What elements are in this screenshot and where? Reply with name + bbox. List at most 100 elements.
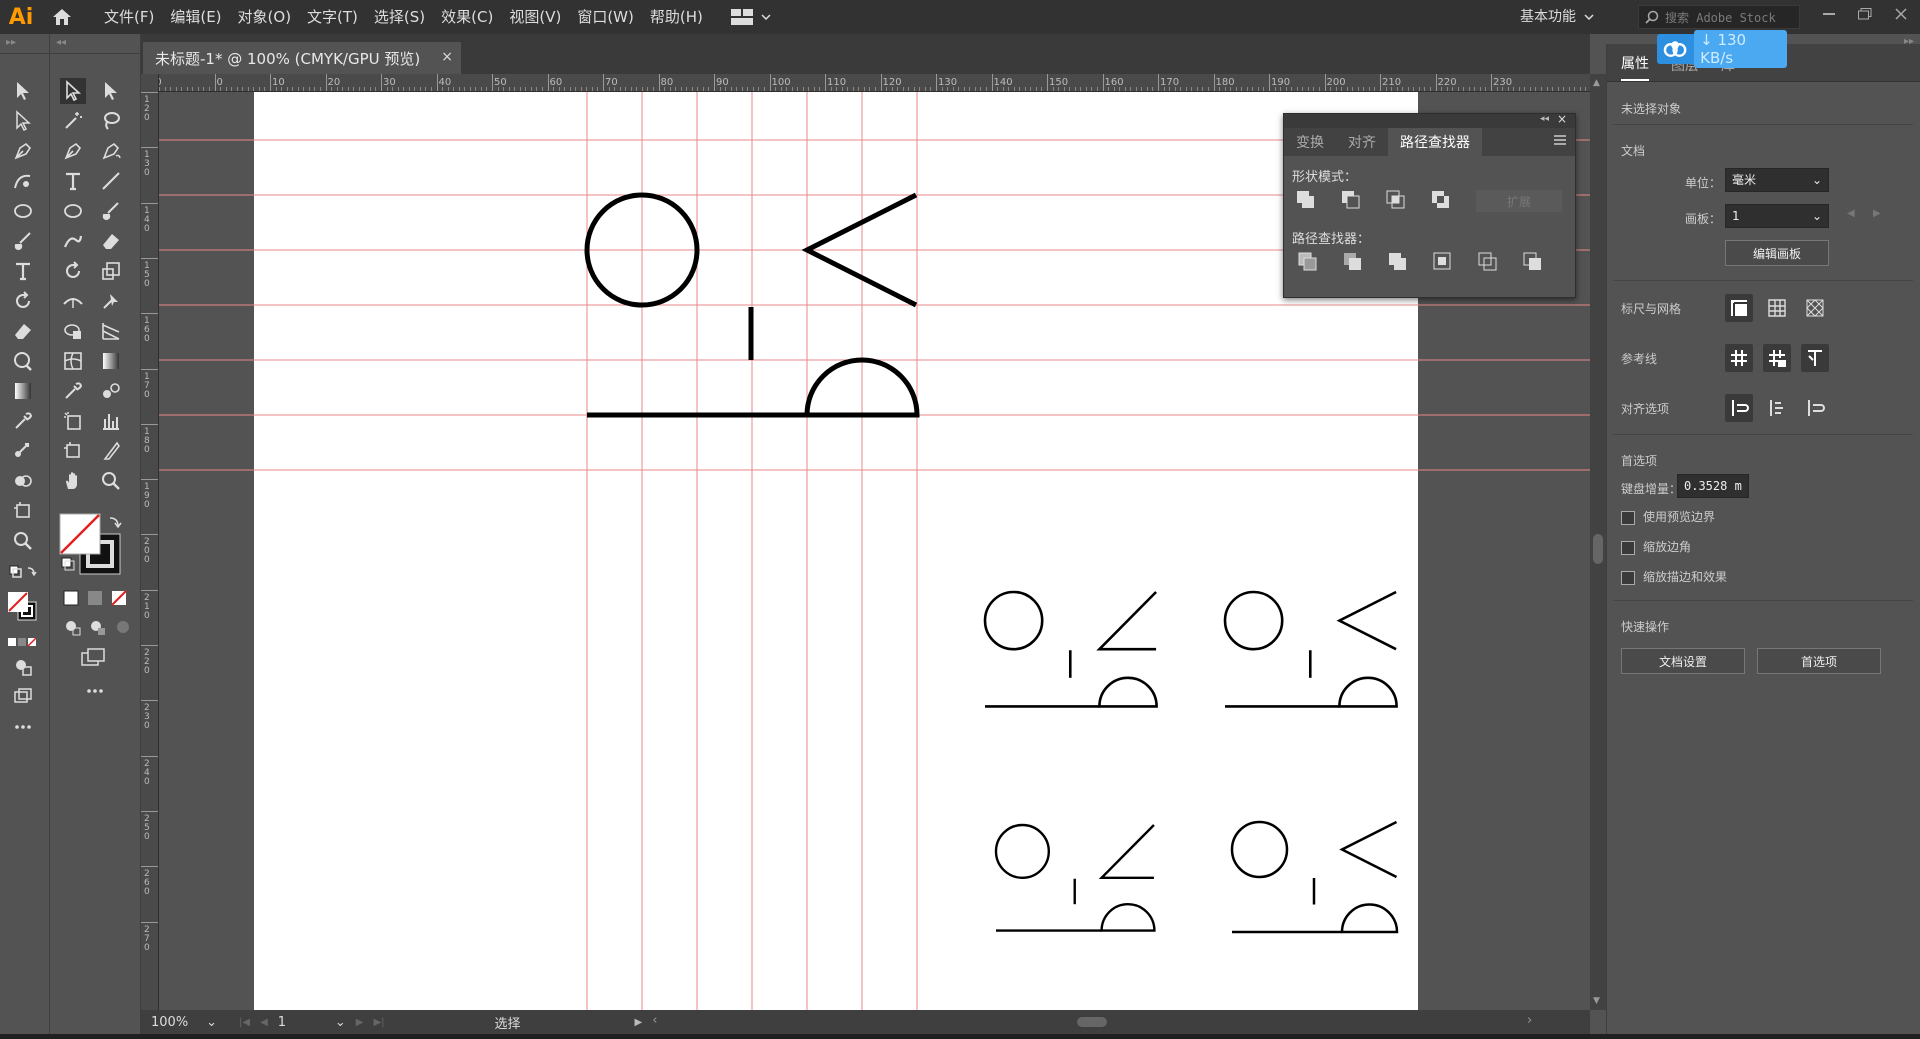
close-icon[interactable]: × <box>1557 112 1567 126</box>
eyedropper-tool-icon[interactable] <box>60 378 86 404</box>
menu-help[interactable]: 帮助(H) <box>642 0 711 34</box>
artboard-tool-icon[interactable] <box>10 498 36 524</box>
show-guides-icon[interactable] <box>1725 344 1753 372</box>
minimize-button[interactable] <box>1812 0 1846 28</box>
curvature-tool-icon[interactable] <box>10 168 36 194</box>
edit-artboards-button[interactable]: 编辑画板 <box>1725 240 1829 266</box>
rotate-tool-icon[interactable] <box>60 258 86 284</box>
pathfinder-panel[interactable]: ◂◂ × 变换 对齐 路径查找器 形状模式： 扩展 路径查找器： <box>1283 112 1576 298</box>
type-tool-icon[interactable] <box>10 258 36 284</box>
snap-to-glyph-icon[interactable] <box>1801 394 1829 422</box>
lock-guides-icon[interactable] <box>1763 344 1791 372</box>
last-artboard-icon[interactable]: ▶| <box>373 1017 384 1028</box>
mesh-tool-icon[interactable] <box>60 348 86 374</box>
minus-front-icon[interactable] <box>1339 188 1363 212</box>
menu-object[interactable]: 对象(O) <box>230 0 300 34</box>
minus-back-icon[interactable] <box>1521 250 1545 274</box>
screen-mode-icon[interactable] <box>10 684 36 710</box>
workspace-switcher[interactable]: 基本功能 <box>1520 0 1594 34</box>
ellipse-tool-icon[interactable] <box>10 198 36 224</box>
vertical-scrollbar[interactable]: ▲ ▼ <box>1590 74 1606 1010</box>
keyboard-increment-input[interactable]: 0.3528 m <box>1677 474 1749 498</box>
merge-icon[interactable] <box>1386 250 1410 274</box>
line-segment-tool-icon[interactable] <box>98 168 124 194</box>
canvas-area[interactable]: ◂◂ × 变换 对齐 路径查找器 形状模式： 扩展 路径查找器： <box>159 92 1590 1010</box>
menu-effect[interactable]: 效果(C) <box>433 0 501 34</box>
scale-corners-checkbox[interactable] <box>1621 540 1635 555</box>
intersect-icon[interactable] <box>1384 188 1408 212</box>
more-tools-icon[interactable] <box>10 714 36 740</box>
checkbox-row-scale-corners[interactable]: 缩放边角 <box>1621 538 1691 555</box>
menu-file[interactable]: 文件(F) <box>96 0 162 34</box>
scroll-up-icon[interactable]: ▲ <box>1593 78 1600 88</box>
transparency-grid-icon[interactable] <box>1801 294 1829 322</box>
draw-inside-icon[interactable] <box>110 614 136 640</box>
slice-tool-icon[interactable] <box>98 438 124 464</box>
expand-button[interactable]: 扩展 <box>1476 190 1562 212</box>
selection-tool-icon[interactable] <box>10 78 36 104</box>
unite-icon[interactable] <box>1294 188 1318 212</box>
color-mode-buttons[interactable] <box>62 588 134 608</box>
next-artboard-icon[interactable]: ▶ <box>1873 208 1881 219</box>
horizontal-scrollbar[interactable]: ‹ › <box>652 1013 1532 1029</box>
artboard-tool-icon[interactable] <box>60 438 86 464</box>
close-icon[interactable]: × <box>441 49 453 65</box>
blend-tool-icon[interactable] <box>10 438 36 464</box>
column-graph-tool-icon[interactable] <box>98 408 124 434</box>
swap-fill-stroke-icon[interactable] <box>6 560 40 586</box>
next-artboard-icon[interactable]: ▶ <box>356 1017 364 1028</box>
selection-tool-icon[interactable] <box>60 78 86 104</box>
draw-normal-icon[interactable] <box>60 614 86 640</box>
eyedropper-tool-icon[interactable] <box>10 408 36 434</box>
menu-edit[interactable]: 编辑(E) <box>162 0 229 34</box>
rotate-tool-icon[interactable] <box>10 288 36 314</box>
blend-tool-icon[interactable] <box>98 378 124 404</box>
vertical-ruler[interactable]: 1 2 0 1 3 0 1 4 0 1 5 0 1 6 0 1 7 0 1 8 0 1 9 0… <box>141 74 159 1010</box>
checkbox-row-preview-bounds[interactable]: 使用预览边界 <box>1621 508 1715 525</box>
puppet-warp-tool-icon[interactable] <box>98 288 124 314</box>
glyph-copy-2[interactable] <box>1223 590 1398 708</box>
panel-drag-bar[interactable]: ◂◂ × <box>1284 112 1575 128</box>
tab-pathfinder[interactable]: 路径查找器 <box>1388 128 1482 156</box>
free-transform-tool-icon[interactable] <box>60 318 86 344</box>
menu-view[interactable]: 视图(V) <box>501 0 569 34</box>
glyph-copy-3[interactable] <box>994 823 1156 932</box>
menu-select[interactable]: 选择(S) <box>366 0 433 34</box>
first-artboard-icon[interactable]: |◀ <box>239 1017 250 1028</box>
glyph-copy-4[interactable] <box>1230 820 1399 934</box>
pen-tool-icon[interactable] <box>60 138 86 164</box>
close-window-button[interactable] <box>1884 0 1918 28</box>
outline-icon[interactable] <box>1476 250 1500 274</box>
zoom-select[interactable]: 100% ⌄ <box>141 1015 223 1030</box>
scroll-left-icon[interactable]: ‹ <box>652 1013 657 1028</box>
scrollbar-thumb[interactable] <box>1593 534 1603 564</box>
scale-strokes-checkbox[interactable] <box>1621 570 1635 585</box>
screen-mode-icon[interactable] <box>74 644 114 670</box>
prev-artboard-icon[interactable]: ◀ <box>260 1017 268 1028</box>
magic-wand-tool-icon[interactable] <box>60 108 86 134</box>
glyph-copy-1[interactable] <box>983 590 1158 708</box>
crop-icon[interactable] <box>1431 250 1455 274</box>
eraser-tool-icon[interactable] <box>10 318 36 344</box>
vertical-guides[interactable] <box>586 92 918 1010</box>
collapse-icon[interactable]: ◂◂ <box>1540 114 1549 124</box>
stock-search-input[interactable]: 搜索 Adobe Stock <box>1638 5 1800 29</box>
preferences-button[interactable]: 首选项 <box>1757 648 1881 674</box>
exclude-icon[interactable] <box>1429 188 1453 212</box>
draw-behind-icon[interactable] <box>85 614 111 640</box>
color-mode-icon[interactable] <box>6 630 40 656</box>
zoom-tool-icon[interactable] <box>98 468 124 494</box>
restore-button[interactable] <box>1848 0 1882 28</box>
panel-collapse-handle[interactable]: ◂◂ <box>50 34 140 54</box>
scroll-right-icon[interactable]: › <box>1527 1013 1532 1028</box>
ellipse-tool-icon[interactable] <box>60 198 86 224</box>
smart-guides-icon[interactable] <box>1801 344 1829 372</box>
home-icon[interactable] <box>42 0 82 34</box>
tab-align[interactable]: 对齐 <box>1336 128 1388 156</box>
shape-builder-tool-icon[interactable] <box>10 468 36 494</box>
show-grid-icon[interactable] <box>1763 294 1791 322</box>
paintbrush-tool-icon[interactable] <box>10 228 36 254</box>
paintbrush-tool-icon[interactable] <box>98 198 124 224</box>
tab-transform[interactable]: 变换 <box>1284 128 1336 156</box>
symbol-sprayer-tool-icon[interactable] <box>60 408 86 434</box>
